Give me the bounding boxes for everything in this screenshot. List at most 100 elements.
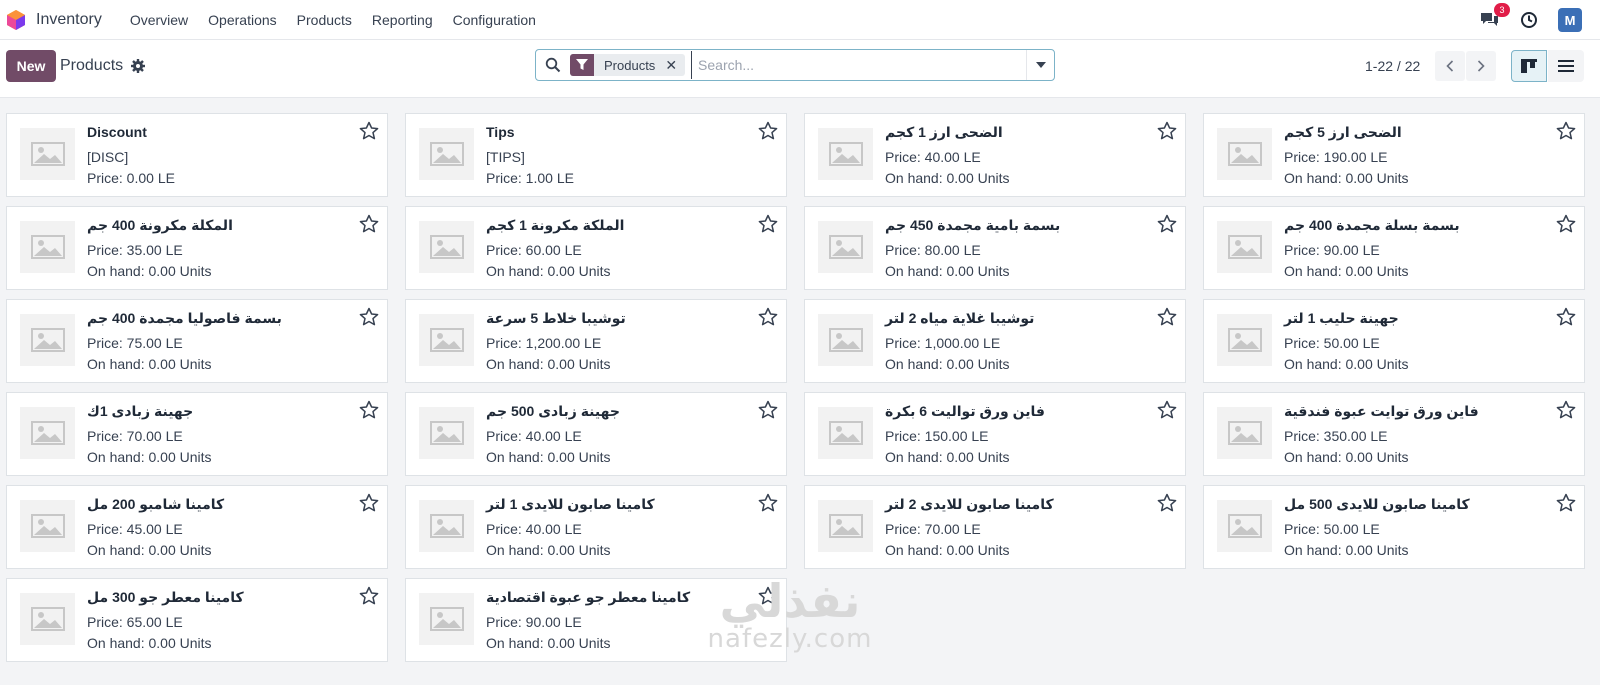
app-name[interactable]: Inventory <box>36 11 102 29</box>
product-info: Price: 190.00 LE <box>1284 149 1388 165</box>
product-card[interactable]: كامينا معطر جو عبوة اقتصادية Price: 90.00… <box>405 578 787 662</box>
gear-icon[interactable] <box>130 58 146 74</box>
product-card[interactable]: جهينة زبادى 1ك Price: 70.00 LE On hand: 0.… <box>6 392 388 476</box>
product-name: كامينا معطر جو 300 مل <box>87 589 244 605</box>
favorite-star-icon[interactable] <box>758 493 778 513</box>
product-card[interactable]: فاين ورق تواليت 6 بكرة Price: 150.00 LE On… <box>804 392 1186 476</box>
product-card[interactable]: Discount [DISC] Price: 0.00 LE <box>6 113 388 197</box>
kanban-view-button[interactable] <box>1511 50 1547 82</box>
product-info: Price: 80.00 LE <box>885 242 981 258</box>
product-name: جهينة زبادى 500 جم <box>486 403 620 419</box>
product-card[interactable]: بسمة بسلة مجمدة 400 جم Price: 90.00 LE On … <box>1203 206 1585 290</box>
product-card[interactable]: الضحى ارز 5 كجم Price: 190.00 LE On hand: … <box>1203 113 1585 197</box>
placeholder-image-icon <box>419 500 474 552</box>
inventory-app-icon[interactable] <box>6 9 26 31</box>
product-card[interactable]: Tips [TIPS] Price: 1.00 LE <box>405 113 787 197</box>
placeholder-image-icon <box>818 500 873 552</box>
favorite-star-icon[interactable] <box>1157 493 1177 513</box>
product-card[interactable]: كامينا صابون للايدى 500 مل Price: 50.00 L… <box>1203 485 1585 569</box>
favorite-star-icon[interactable] <box>758 307 778 327</box>
messages-icon[interactable]: 3 <box>1478 3 1510 31</box>
placeholder-image-icon <box>1217 314 1272 366</box>
product-name: فاين ورق تواليت 6 بكرة <box>885 403 1045 419</box>
product-card[interactable]: جهينة حليب 1 لتر Price: 50.00 LE On hand: … <box>1203 299 1585 383</box>
product-info: Price: 35.00 LE <box>87 242 183 258</box>
product-info: On hand: 0.00 Units <box>87 263 212 279</box>
favorite-star-icon[interactable] <box>758 400 778 420</box>
product-card[interactable]: توشيبا غلاية مياه 2 لتر Price: 1,000.00 L… <box>804 299 1186 383</box>
main-menu: Overview Operations Products Reporting C… <box>120 12 546 28</box>
favorite-star-icon[interactable] <box>1556 400 1576 420</box>
favorite-star-icon[interactable] <box>359 214 379 234</box>
product-card[interactable]: كامينا صابون للايدى 1 لتر Price: 40.00 LE… <box>405 485 787 569</box>
favorite-star-icon[interactable] <box>359 400 379 420</box>
activity-clock-icon[interactable] <box>1518 9 1540 31</box>
favorite-star-icon[interactable] <box>758 214 778 234</box>
favorite-star-icon[interactable] <box>1157 214 1177 234</box>
pager-previous-button[interactable] <box>1435 51 1465 81</box>
favorite-star-icon[interactable] <box>359 586 379 606</box>
filter-icon <box>570 54 594 76</box>
search-icon[interactable] <box>536 50 570 80</box>
product-info: Price: 50.00 LE <box>1284 335 1380 351</box>
top-navbar: Inventory Overview Operations Products R… <box>0 0 1600 40</box>
placeholder-image-icon <box>419 221 474 273</box>
search-options-toggle[interactable] <box>1026 50 1054 80</box>
product-card[interactable]: فاين ورق توايت عبوة فندقية Price: 350.00 … <box>1203 392 1585 476</box>
menu-configuration[interactable]: Configuration <box>443 12 546 28</box>
menu-products[interactable]: Products <box>287 12 362 28</box>
product-card[interactable]: كامينا شامبو 200 مل Price: 45.00 LE On han… <box>6 485 388 569</box>
product-info: Price: 40.00 LE <box>486 428 582 444</box>
facet-remove-icon[interactable]: ✕ <box>661 57 685 74</box>
product-info: Price: 90.00 LE <box>1284 242 1380 258</box>
product-info: Price: 45.00 LE <box>87 521 183 537</box>
favorite-star-icon[interactable] <box>1157 121 1177 141</box>
favorite-star-icon[interactable] <box>359 307 379 327</box>
menu-operations[interactable]: Operations <box>198 12 286 28</box>
product-name: بسمة بامية مجمدة 450 جم <box>885 217 1061 233</box>
menu-reporting[interactable]: Reporting <box>362 12 443 28</box>
product-card[interactable]: الملكة مكرونة 1 كجم Price: 60.00 LE On han… <box>405 206 787 290</box>
product-info: Price: 1,200.00 LE <box>486 335 602 351</box>
list-view-button[interactable] <box>1548 50 1584 82</box>
user-avatar[interactable]: M <box>1558 8 1582 32</box>
product-info: Price: 0.00 LE <box>87 170 175 186</box>
favorite-star-icon[interactable] <box>359 121 379 141</box>
product-info: On hand: 0.00 Units <box>885 356 1010 372</box>
favorite-star-icon[interactable] <box>1157 400 1177 420</box>
favorite-star-icon[interactable] <box>1157 307 1177 327</box>
favorite-star-icon[interactable] <box>758 121 778 141</box>
product-name: Discount <box>87 124 147 140</box>
product-info: On hand: 0.00 Units <box>1284 356 1409 372</box>
product-name: توشيبا خلاط 5 سرعة <box>486 310 626 326</box>
product-card[interactable]: بسمة فاصوليا مجمدة 400 جم Price: 75.00 LE… <box>6 299 388 383</box>
page-title[interactable]: Products <box>60 57 123 75</box>
favorite-star-icon[interactable] <box>359 493 379 513</box>
product-card[interactable]: كامينا صابون للايدى 2 لتر Price: 70.00 LE… <box>804 485 1186 569</box>
favorite-star-icon[interactable] <box>1556 307 1576 327</box>
product-card[interactable]: توشيبا خلاط 5 سرعة Price: 1,200.00 LE On h… <box>405 299 787 383</box>
menu-overview[interactable]: Overview <box>120 12 198 28</box>
product-card[interactable]: كامينا معطر جو 300 مل Price: 65.00 LE On h… <box>6 578 388 662</box>
product-info: On hand: 0.00 Units <box>885 449 1010 465</box>
favorite-star-icon[interactable] <box>1556 121 1576 141</box>
product-kanban: Discount [DISC] Price: 0.00 LE Tips [TIPS] P… <box>6 113 1585 662</box>
product-info: Price: 40.00 LE <box>885 149 981 165</box>
favorite-star-icon[interactable] <box>758 586 778 606</box>
placeholder-image-icon <box>419 593 474 645</box>
product-info: On hand: 0.00 Units <box>486 263 611 279</box>
placeholder-image-icon <box>419 128 474 180</box>
placeholder-image-icon <box>818 128 873 180</box>
search-input[interactable] <box>691 51 1026 79</box>
product-card[interactable]: جهينة زبادى 500 جم Price: 40.00 LE On hand… <box>405 392 787 476</box>
facet-label: Products <box>604 57 656 73</box>
product-name: فاين ورق توايت عبوة فندقية <box>1284 403 1479 419</box>
pager-value[interactable]: 1-22 / 22 <box>1365 58 1420 74</box>
product-card[interactable]: الضحى ارز 1 كجم Price: 40.00 LE On hand: 0… <box>804 113 1186 197</box>
product-card[interactable]: بسمة بامية مجمدة 450 جم Price: 80.00 LE On… <box>804 206 1186 290</box>
new-button[interactable]: New <box>6 50 56 82</box>
pager-next-button[interactable] <box>1466 51 1496 81</box>
favorite-star-icon[interactable] <box>1556 493 1576 513</box>
product-card[interactable]: المكلة مكرونة 400 جم Price: 35.00 LE On ha… <box>6 206 388 290</box>
favorite-star-icon[interactable] <box>1556 214 1576 234</box>
